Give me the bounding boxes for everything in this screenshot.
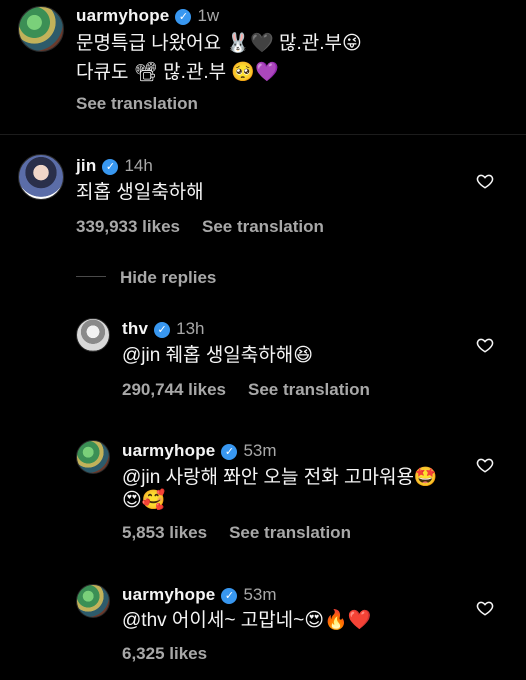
username[interactable]: uarmyhope: [76, 6, 169, 25]
verified-badge-icon: ✓: [221, 443, 238, 460]
see-translation-link[interactable]: See translation: [76, 94, 198, 114]
username[interactable]: jin: [76, 156, 96, 175]
timestamp: 13h: [176, 319, 205, 338]
reply-text-line-2: 😍🥰: [122, 490, 166, 511]
reply-text: @jin 줴홉 생일축하해😆: [122, 345, 314, 366]
likes-count[interactable]: 5,853 likes: [122, 523, 207, 542]
see-translation-link[interactable]: See translation: [202, 217, 324, 236]
reply-header: thv ✓ 13h: [122, 319, 204, 339]
comment-header: jin ✓ 14h: [76, 156, 153, 176]
reply-meta: 5,853 likes See translation: [122, 523, 351, 543]
timestamp: 53m: [243, 441, 277, 460]
comment-meta: 339,933 likes See translation: [76, 217, 324, 237]
likes-count[interactable]: 339,933 likes: [76, 217, 180, 236]
verified-badge-icon: ✓: [175, 8, 192, 25]
reply-meta: 6,325 likes: [122, 644, 207, 664]
likes-count[interactable]: 6,325 likes: [122, 644, 207, 663]
heart-outline-icon[interactable]: [476, 336, 494, 354]
caption-line-2: 다큐도 📽 많.관.부 🥺💜: [76, 62, 279, 83]
reply-header: uarmyhope ✓ 53m: [122, 585, 277, 605]
reply-text-line-1: @jin 사랑해 쫘안 오늘 전화 고마워용🤩: [122, 467, 438, 488]
comment-text: 죄홉 생일축하해: [76, 182, 204, 203]
timestamp: 1w: [197, 6, 220, 25]
caption-line-1: 문명특급 나왔어요 🐰🖤 많.관.부😜: [76, 33, 362, 54]
hide-replies-link[interactable]: Hide replies: [120, 268, 216, 288]
avatar[interactable]: [76, 584, 110, 618]
avatar[interactable]: [18, 6, 64, 52]
replies-divider: [76, 276, 106, 277]
see-translation-link[interactable]: See translation: [248, 380, 370, 399]
reply-header: uarmyhope ✓ 53m: [122, 441, 277, 461]
verified-badge-icon: ✓: [102, 158, 119, 175]
verified-badge-icon: ✓: [221, 587, 238, 604]
timestamp: 14h: [124, 156, 153, 175]
username[interactable]: thv: [122, 319, 148, 338]
see-translation-link[interactable]: See translation: [229, 523, 351, 542]
avatar[interactable]: [76, 318, 110, 352]
username[interactable]: uarmyhope: [122, 585, 215, 604]
heart-outline-icon[interactable]: [476, 456, 494, 474]
post-header: uarmyhope ✓ 1w: [76, 6, 219, 26]
divider: [0, 134, 526, 135]
timestamp: 53m: [243, 585, 277, 604]
username[interactable]: uarmyhope: [122, 441, 215, 460]
verified-badge-icon: ✓: [154, 321, 171, 338]
heart-outline-icon[interactable]: [476, 172, 494, 190]
avatar[interactable]: [76, 440, 110, 474]
avatar[interactable]: [18, 154, 64, 200]
reply-text: @thv 어이세~ 고맙네~😍🔥❤️: [122, 610, 372, 631]
reply-meta: 290,744 likes See translation: [122, 380, 370, 400]
heart-outline-icon[interactable]: [476, 599, 494, 617]
likes-count[interactable]: 290,744 likes: [122, 380, 226, 399]
